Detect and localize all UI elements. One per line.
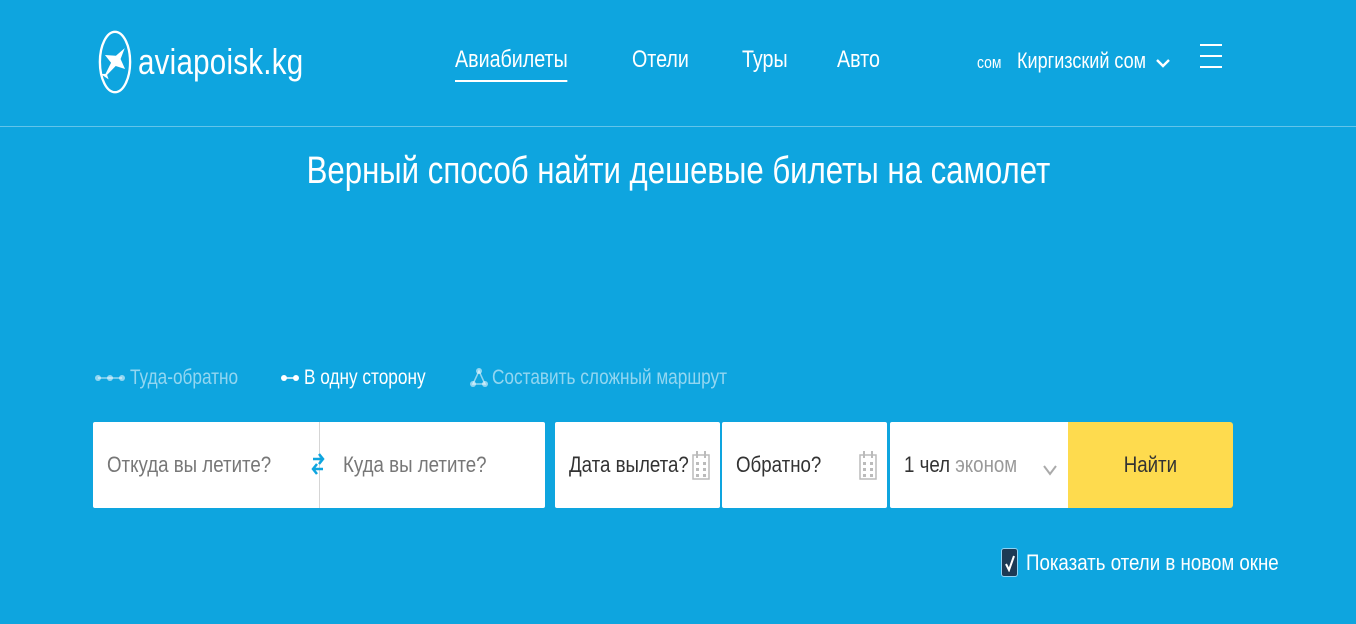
checkmark-icon [1004,555,1015,572]
main-nav: Авиабилеты Отели Туры Авто [455,46,930,82]
trip-type-selector: Туда-обратно В одну сторону Составить сл… [94,366,797,390]
nav-flights[interactable]: Авиабилеты [455,46,568,82]
page-headline: Верный способ найти дешевые билеты на са… [306,150,1050,192]
destination-input[interactable]: Куда вы летите? [329,422,545,508]
chevron-down-icon [1156,55,1171,73]
depart-date-input[interactable]: Дата вылета? [555,422,720,508]
passenger-count: 1 чел [904,452,951,477]
trip-multi-city[interactable]: Составить сложный маршрут [470,366,779,390]
airplane-logo-icon [98,30,132,94]
passengers-select[interactable]: 1 чел эконом [890,422,1070,508]
one-way-icon [280,375,299,381]
round-trip-icon [95,375,125,381]
route-field: Откуда вы летите? Куда вы летите? [93,422,545,508]
trip-one-way[interactable]: В одну сторону [280,366,452,390]
currency-selector[interactable]: сом Киргизский сом [977,48,1171,74]
trip-round-trip[interactable]: Туда-обратно [94,366,262,390]
swap-arrows-icon[interactable] [311,450,325,484]
show-hotels-label: Показать отели в новом окне [1026,549,1279,575]
show-hotels-option[interactable]: Показать отели в новом окне [1001,548,1323,577]
calendar-icon [859,450,877,486]
nav-cars[interactable]: Авто [837,46,880,82]
return-date-input[interactable]: Обратно? [722,422,887,508]
header: aviapoisk.kg Авиабилеты Отели Туры Авто … [0,0,1356,127]
cabin-class: эконом [955,452,1018,477]
currency-name: Киргизский сом [1016,48,1146,73]
origin-input[interactable]: Откуда вы летите? [93,422,319,508]
logo[interactable]: aviapoisk.kg [98,30,340,94]
multi-city-icon [470,368,489,387]
nav-hotels[interactable]: Отели [632,46,689,82]
logo-text: aviapoisk.kg [138,41,304,82]
currency-code: сом [977,53,1002,72]
search-button[interactable]: Найти [1068,422,1233,508]
chevron-down-icon [1042,456,1058,482]
calendar-icon [692,450,710,486]
nav-tours[interactable]: Туры [742,46,788,82]
show-hotels-checkbox[interactable] [1001,548,1018,577]
hamburger-menu-icon[interactable] [1200,44,1222,74]
